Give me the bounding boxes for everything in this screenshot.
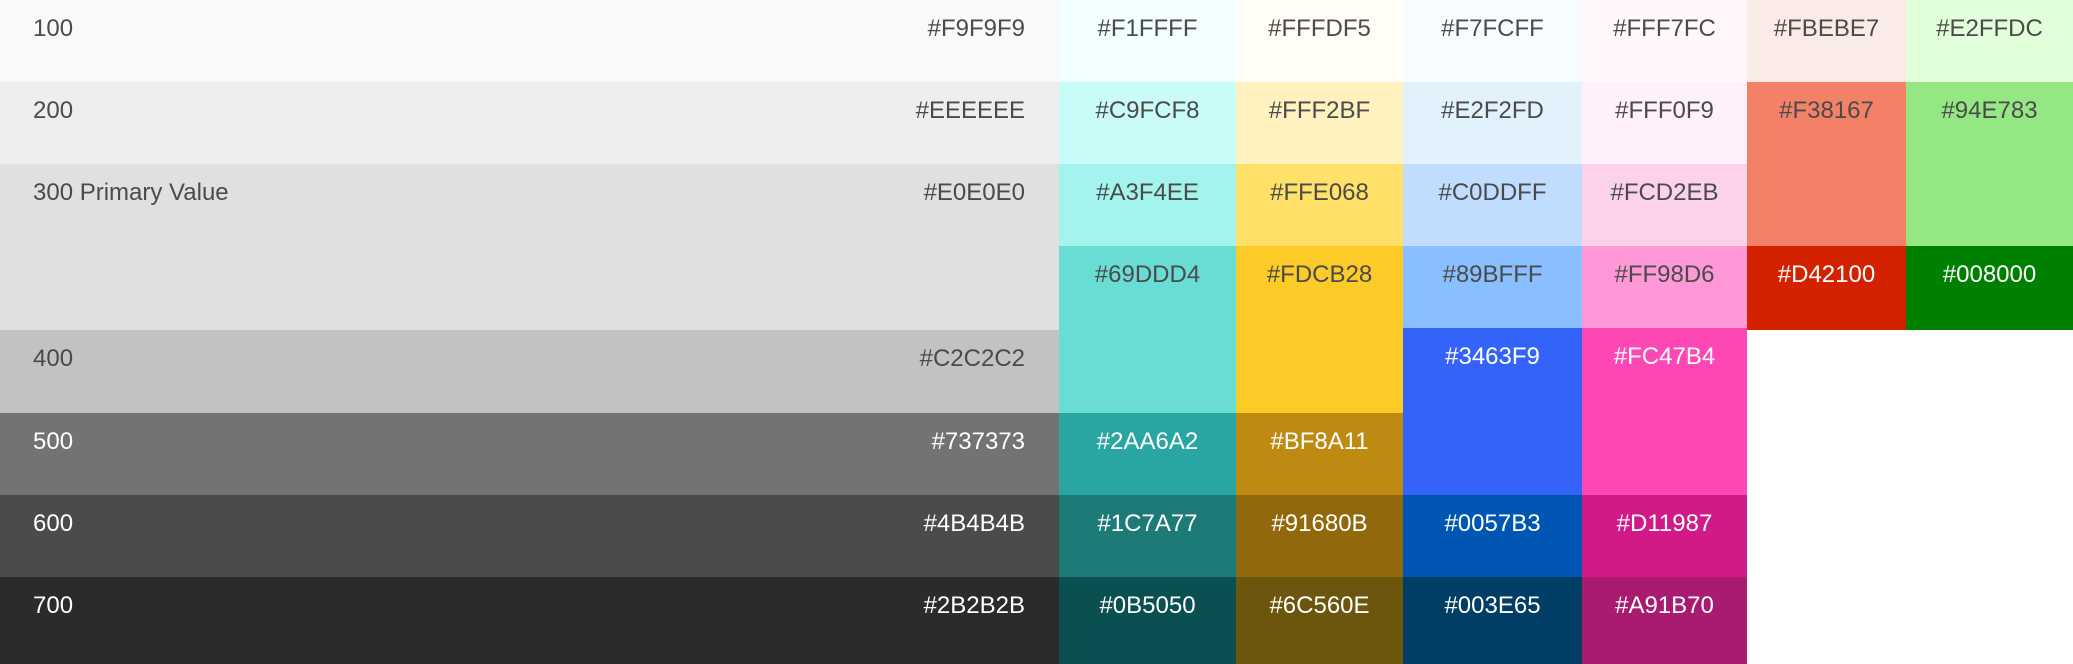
- hex-value: #FFF7FC: [1613, 15, 1716, 42]
- hex-value: #EEEEEE: [915, 97, 1025, 124]
- teal-swatch: #F1FFFF: [1059, 0, 1236, 82]
- blue-swatch: #E2F2FD: [1403, 82, 1582, 164]
- gray-swatch: 100 #F9F9F9: [0, 0, 1059, 82]
- blue-swatch: #0057B3: [1403, 495, 1582, 577]
- hex-value: #2AA6A2: [1096, 428, 1199, 455]
- green-swatch: #94E783: [1906, 82, 2073, 246]
- color-palette: 100 #F9F9F9 200 #EEEEEE 300 Primary Value #E0…: [0, 0, 2073, 664]
- teal-swatch: #C9FCF8: [1059, 82, 1236, 164]
- hex-value: #C2C2C2: [919, 345, 1025, 372]
- red-swatch: #F38167: [1747, 82, 1906, 246]
- teal-swatch: #A3F4EE: [1059, 164, 1236, 246]
- teal-swatch: #2AA6A2: [1059, 413, 1236, 495]
- red-swatch: #FBEBE7: [1747, 0, 1906, 82]
- hex-value: #0B5050: [1099, 592, 1196, 619]
- shade-label: 700: [33, 592, 74, 619]
- pink-swatch: #FCD2EB: [1582, 164, 1747, 246]
- yellow-swatch: #91680B: [1236, 495, 1403, 577]
- hex-value: #69DDD4: [1094, 261, 1201, 288]
- hex-value: #2B2B2B: [923, 592, 1025, 619]
- teal-swatch: #0B5050: [1059, 577, 1236, 664]
- hex-value: #003E65: [1444, 592, 1541, 619]
- hex-value: #1C7A77: [1097, 510, 1198, 537]
- gray-swatch: 400 #C2C2C2: [0, 330, 1059, 413]
- hex-value: #3463F9: [1445, 343, 1540, 370]
- hex-value: #D11987: [1616, 510, 1713, 537]
- hex-value: #94E783: [1941, 97, 2038, 124]
- gray-swatch: 500 #737373: [0, 413, 1059, 495]
- hex-value: #008000: [1942, 261, 2037, 288]
- pink-swatch: #FFF0F9: [1582, 82, 1747, 164]
- hex-value: #4B4B4B: [923, 510, 1025, 537]
- pink-swatch: #D11987: [1582, 495, 1747, 577]
- shade-label: 600: [33, 510, 74, 537]
- pink-swatch: #FF98D6: [1582, 246, 1747, 328]
- blue-swatch: #003E65: [1403, 577, 1582, 664]
- hex-value: #89BFFF: [1442, 261, 1543, 288]
- hex-value: #FDCB28: [1266, 261, 1373, 288]
- hex-value: #FF98D6: [1614, 261, 1715, 288]
- hex-value: #E0E0E0: [923, 179, 1025, 206]
- gray-swatch: 700 #2B2B2B: [0, 577, 1059, 664]
- hex-value: #A3F4EE: [1096, 179, 1199, 206]
- hex-value: #F7FCFF: [1441, 15, 1544, 42]
- hex-value: #E2F2FD: [1441, 97, 1544, 124]
- hex-value: #FC47B4: [1613, 343, 1716, 370]
- hex-value: #C9FCF8: [1095, 97, 1200, 124]
- teal-swatch: #1C7A77: [1059, 495, 1236, 577]
- hex-value: #F9F9F9: [927, 15, 1025, 42]
- hex-value: #F1FFFF: [1097, 15, 1198, 42]
- gray-swatch: 300 Primary Value #E0E0E0: [0, 164, 1059, 330]
- pink-swatch: #FFF7FC: [1582, 0, 1747, 82]
- shade-label: 500: [33, 428, 74, 455]
- yellow-swatch: #BF8A11: [1236, 413, 1403, 495]
- yellow-swatch: #FDCB28: [1236, 246, 1403, 413]
- blue-swatch: #89BFFF: [1403, 246, 1582, 328]
- hex-value: #D42100: [1777, 261, 1876, 288]
- blue-swatch: #3463F9: [1403, 328, 1582, 495]
- hex-value: #FBEBE7: [1773, 15, 1880, 42]
- shade-label: 300 Primary Value: [33, 179, 229, 206]
- shade-label: 200: [33, 97, 74, 124]
- hex-value: #C0DDFF: [1438, 179, 1547, 206]
- hex-value: #FCD2EB: [1610, 179, 1719, 206]
- hex-value: #737373: [931, 428, 1025, 455]
- green-swatch: #008000: [1906, 246, 2073, 330]
- yellow-swatch: #FFE068: [1236, 164, 1403, 246]
- gray-swatch: 600 #4B4B4B: [0, 495, 1059, 577]
- hex-value: #FFE068: [1270, 179, 1369, 206]
- gray-swatch: 200 #EEEEEE: [0, 82, 1059, 164]
- yellow-swatch: #6C560E: [1236, 577, 1403, 664]
- shade-label: 400: [33, 345, 74, 372]
- hex-value: #F38167: [1779, 97, 1874, 124]
- blue-swatch: #F7FCFF: [1403, 0, 1582, 82]
- hex-value: #A91B70: [1615, 592, 1714, 619]
- teal-swatch: #69DDD4: [1059, 246, 1236, 413]
- hex-value: #6C560E: [1269, 592, 1370, 619]
- yellow-swatch: #FFFDF5: [1236, 0, 1403, 82]
- hex-value: #E2FFDC: [1936, 15, 2043, 42]
- pink-swatch: #FC47B4: [1582, 328, 1747, 495]
- hex-value: #BF8A11: [1270, 428, 1369, 455]
- green-swatch: #E2FFDC: [1906, 0, 2073, 82]
- hex-value: #FFFDF5: [1268, 15, 1371, 42]
- yellow-swatch: #FFF2BF: [1236, 82, 1403, 164]
- pink-swatch: #A91B70: [1582, 577, 1747, 664]
- blue-swatch: #C0DDFF: [1403, 164, 1582, 246]
- red-swatch: #D42100: [1747, 246, 1906, 330]
- hex-value: #0057B3: [1444, 510, 1541, 537]
- hex-value: #91680B: [1271, 510, 1368, 537]
- hex-value: #FFF2BF: [1268, 97, 1371, 124]
- shade-label: 100: [33, 15, 74, 42]
- hex-value: #FFF0F9: [1615, 97, 1714, 124]
